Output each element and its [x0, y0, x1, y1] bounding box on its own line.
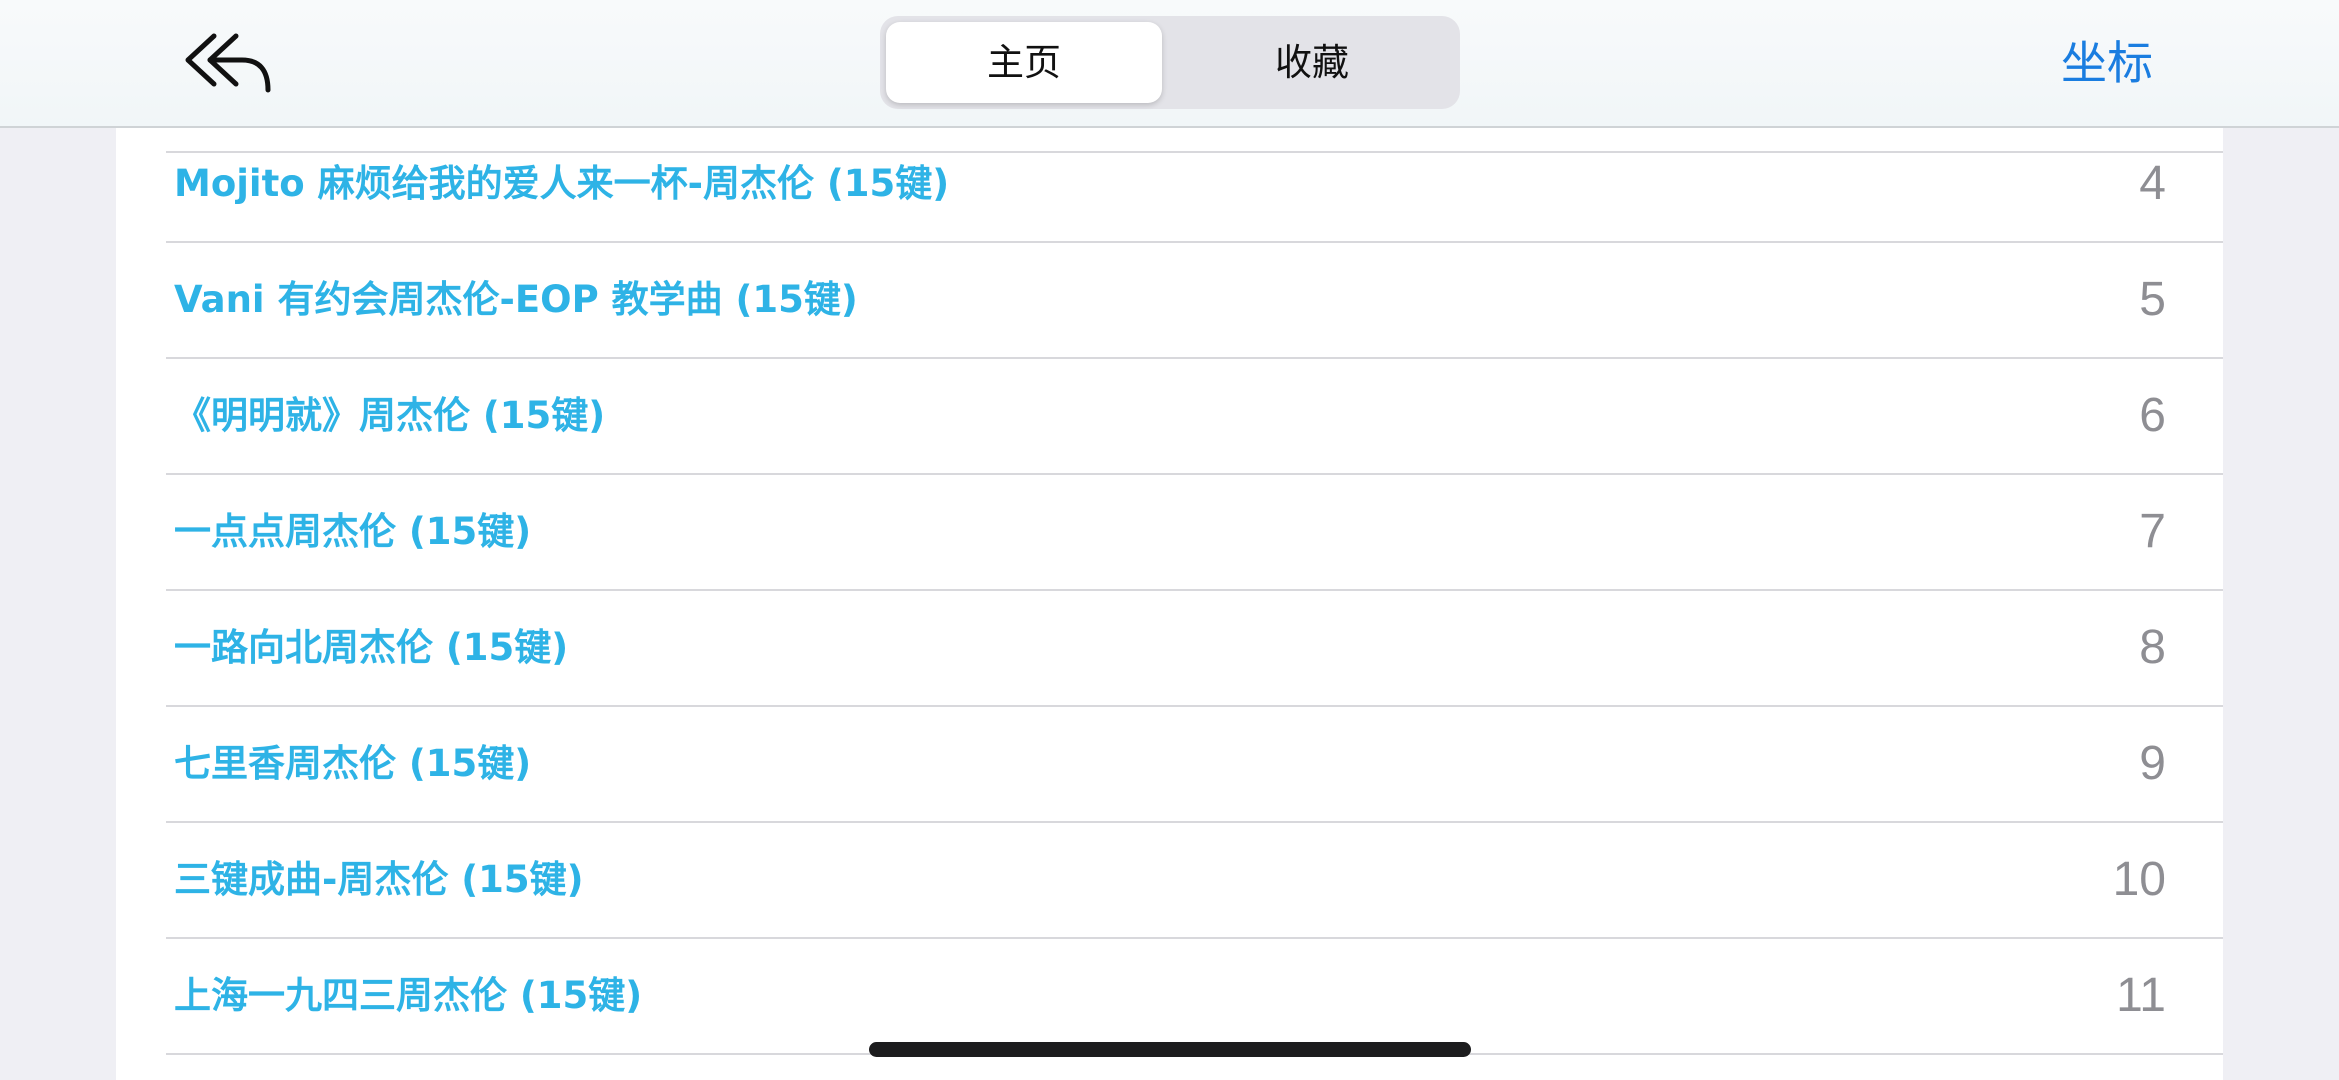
list-item[interactable]: 《明明就》周杰伦 (15键) 6 [166, 359, 2223, 475]
list-item[interactable]: 三键成曲-周杰伦 (15键) 10 [166, 823, 2223, 939]
song-index: 5 [2139, 273, 2166, 326]
list-item[interactable]: 七里香周杰伦 (15键) 9 [166, 707, 2223, 823]
song-title: 《明明就》周杰伦 (15键) [174, 394, 606, 437]
song-index: 10 [2112, 853, 2166, 906]
song-title: 一点点周杰伦 (15键) [174, 510, 532, 553]
back-button[interactable] [184, 30, 274, 96]
tab-home[interactable]: 主页 [886, 22, 1162, 103]
segmented-control: 主页 收藏 [880, 16, 1460, 109]
song-title: 一路向北周杰伦 (15键) [174, 626, 569, 669]
home-indicator[interactable] [869, 1042, 1471, 1057]
song-index: 9 [2139, 737, 2166, 790]
double-back-arrow-icon [185, 33, 271, 93]
song-list: Mojito 麻烦给我的爱人来一杯-周杰伦 (15键) 4 Vani 有约会周杰… [116, 127, 2223, 1055]
list-item[interactable]: 上海一九四三周杰伦 (15键) 11 [166, 939, 2223, 1055]
song-index: 7 [2139, 505, 2166, 558]
song-title: 三键成曲-周杰伦 (15键) [174, 858, 584, 901]
song-title: Vani 有约会周杰伦-EOP 教学曲 (15键) [174, 278, 858, 321]
tab-favorites[interactable]: 收藏 [1170, 22, 1454, 103]
navigation-bar: 主页 收藏 坐标 [0, 0, 2339, 128]
song-index: 8 [2139, 621, 2166, 674]
song-index: 11 [2116, 969, 2166, 1022]
app-screen: Mojito 麻烦给我的爱人来一杯-周杰伦 (15键) 4 Vani 有约会周杰… [0, 0, 2339, 1080]
list-item[interactable]: Mojito 麻烦给我的爱人来一杯-周杰伦 (15键) 4 [166, 127, 2223, 243]
song-title: 上海一九四三周杰伦 (15键) [174, 974, 643, 1017]
list-item[interactable]: Vani 有约会周杰伦-EOP 教学曲 (15键) 5 [166, 243, 2223, 359]
song-title: Mojito 麻烦给我的爱人来一杯-周杰伦 (15键) [174, 162, 950, 205]
list-item[interactable]: 一点点周杰伦 (15键) 7 [166, 475, 2223, 591]
song-index: 6 [2139, 389, 2166, 442]
coordinates-button[interactable]: 坐标 [2061, 0, 2153, 126]
list-item[interactable]: 一路向北周杰伦 (15键) 8 [166, 591, 2223, 707]
song-title: 七里香周杰伦 (15键) [174, 742, 532, 785]
song-index: 4 [2139, 157, 2166, 210]
